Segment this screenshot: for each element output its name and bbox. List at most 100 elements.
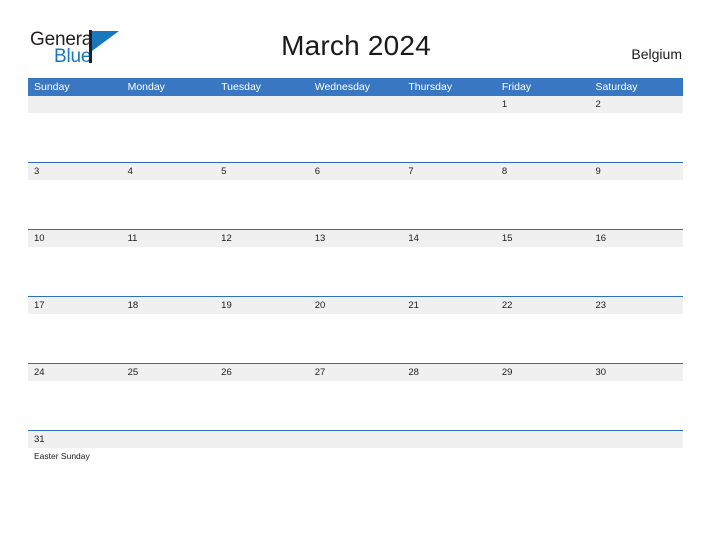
date-number[interactable]: 30 <box>589 364 683 381</box>
date-number[interactable]: 15 <box>496 230 590 247</box>
date-number[interactable]: 27 <box>309 364 403 381</box>
day-cell[interactable] <box>496 314 590 363</box>
date-number[interactable]: 16 <box>589 230 683 247</box>
day-cell[interactable] <box>589 381 683 430</box>
weekday-header-sunday: Sunday <box>34 81 70 93</box>
day-cell[interactable] <box>402 381 496 430</box>
date-number[interactable]: 23 <box>589 297 683 314</box>
date-number[interactable]: 5 <box>215 163 309 180</box>
date-number[interactable]: 7 <box>402 163 496 180</box>
holiday-label: Easter Sunday <box>34 451 90 461</box>
date-number[interactable]: 6 <box>309 163 403 180</box>
day-cell[interactable] <box>589 247 683 296</box>
day-cell[interactable] <box>28 113 122 162</box>
day-cell[interactable] <box>402 448 496 497</box>
day-cell[interactable] <box>496 113 590 162</box>
day-cell[interactable] <box>122 381 216 430</box>
day-cell[interactable] <box>402 180 496 229</box>
event-band <box>28 247 683 296</box>
date-number[interactable]: 9 <box>589 163 683 180</box>
calendar-weeks: 1 2 3 4 5 6 7 8 9 10 11 12 13 14 15 16 17 18 19 20 21 22 23 24 2… <box>28 96 683 497</box>
day-cell[interactable] <box>28 247 122 296</box>
day-cell[interactable] <box>309 381 403 430</box>
date-number[interactable]: 18 <box>122 297 216 314</box>
day-cell[interactable] <box>28 180 122 229</box>
day-cell[interactable] <box>496 381 590 430</box>
day-cell[interactable] <box>589 180 683 229</box>
day-cell[interactable] <box>496 448 590 497</box>
date-number[interactable]: 11 <box>122 230 216 247</box>
day-cell[interactable] <box>215 448 309 497</box>
date-number[interactable]: 25 <box>122 364 216 381</box>
date-number[interactable]: 28 <box>402 364 496 381</box>
page-header: General Blue March 2024 Belgium <box>0 0 712 72</box>
event-band <box>28 113 683 162</box>
date-number[interactable]: 4 <box>122 163 216 180</box>
event-band <box>28 180 683 229</box>
date-number-band: 12 <box>28 96 683 113</box>
day-cell[interactable] <box>215 113 309 162</box>
day-cell[interactable] <box>122 247 216 296</box>
date-number <box>122 96 216 113</box>
day-cell[interactable] <box>496 180 590 229</box>
date-number[interactable]: 26 <box>215 364 309 381</box>
day-cell[interactable] <box>215 180 309 229</box>
date-number[interactable]: 10 <box>28 230 122 247</box>
day-cell[interactable] <box>215 314 309 363</box>
date-number[interactable]: 24 <box>28 364 122 381</box>
date-number <box>122 431 216 448</box>
day-cell[interactable] <box>215 247 309 296</box>
day-cell[interactable] <box>402 113 496 162</box>
day-cell[interactable] <box>122 180 216 229</box>
weekday-header-monday: Monday <box>127 81 165 93</box>
event-band <box>28 314 683 363</box>
date-number[interactable]: 19 <box>215 297 309 314</box>
day-cell[interactable] <box>28 381 122 430</box>
date-number-band: 17 18 19 20 21 22 23 <box>28 297 683 314</box>
date-number[interactable]: 3 <box>28 163 122 180</box>
date-number <box>28 96 122 113</box>
date-number[interactable]: 13 <box>309 230 403 247</box>
day-cell[interactable] <box>309 113 403 162</box>
day-cell[interactable] <box>402 247 496 296</box>
date-number[interactable]: 29 <box>496 364 590 381</box>
event-band <box>28 381 683 430</box>
day-cell[interactable] <box>215 381 309 430</box>
day-cell[interactable] <box>589 448 683 497</box>
date-number[interactable]: 20 <box>309 297 403 314</box>
date-number[interactable]: 2 <box>589 96 683 113</box>
weekday-header-tuesday: Tuesday <box>221 81 262 93</box>
day-cell[interactable] <box>589 113 683 162</box>
day-cell[interactable] <box>122 113 216 162</box>
date-number-band: 24 25 26 27 28 29 30 <box>28 364 683 381</box>
date-number[interactable]: 31 <box>28 431 122 448</box>
date-number <box>215 96 309 113</box>
calendar-week-row: 31 Easter Sunday <box>28 431 683 497</box>
day-cell[interactable] <box>309 448 403 497</box>
day-cell[interactable] <box>402 314 496 363</box>
day-cell[interactable] <box>28 314 122 363</box>
date-number[interactable]: 12 <box>215 230 309 247</box>
day-cell[interactable] <box>122 314 216 363</box>
day-cell[interactable] <box>122 448 216 497</box>
date-number[interactable]: 22 <box>496 297 590 314</box>
weekday-header-friday: Friday <box>501 81 532 93</box>
day-cell[interactable] <box>589 314 683 363</box>
date-number[interactable]: 8 <box>496 163 590 180</box>
date-number[interactable]: 1 <box>496 96 590 113</box>
day-cell[interactable]: Easter Sunday <box>28 448 122 497</box>
day-cell[interactable] <box>496 247 590 296</box>
day-cell[interactable] <box>309 247 403 296</box>
weekday-header-thursday: Thursday <box>408 81 453 93</box>
date-number[interactable]: 14 <box>402 230 496 247</box>
date-number[interactable]: 17 <box>28 297 122 314</box>
weekday-header-wednesday: Wednesday <box>314 81 370 93</box>
calendar-page: General Blue March 2024 Belgium Sunday M… <box>0 0 712 550</box>
event-band: Easter Sunday <box>28 448 683 497</box>
date-number-band: 3456789 <box>28 163 683 180</box>
day-cell[interactable] <box>309 180 403 229</box>
date-number-band: 31 <box>28 431 683 448</box>
calendar-week-row: 12 <box>28 96 683 163</box>
date-number[interactable]: 21 <box>402 297 496 314</box>
day-cell[interactable] <box>309 314 403 363</box>
